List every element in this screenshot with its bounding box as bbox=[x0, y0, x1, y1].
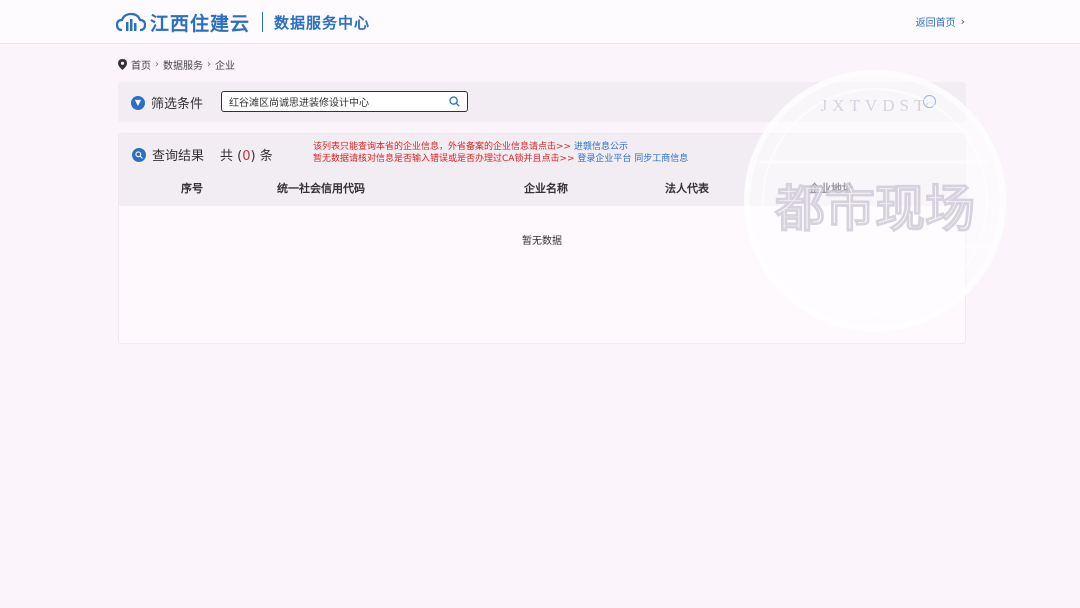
filter-title: ▼ 筛选条件 bbox=[131, 93, 203, 112]
column-header-credit-code: 统一社会信用代码 bbox=[277, 182, 365, 195]
result-header: 查询结果 共 (0) 条 该列表只能查询本省的企业信息，外省备案的企业信息请点击… bbox=[119, 134, 965, 174]
chevron-right-icon: › bbox=[207, 58, 211, 70]
notice-line-2: 暂无数据请核对信息是否输入错误或是否办理过CA锁并且点击>> 登录企业平台 同步… bbox=[313, 154, 689, 164]
column-header-legal-rep: 法人代表 bbox=[665, 182, 709, 195]
search-result-icon bbox=[132, 147, 146, 162]
top-header: 江西住建云 数据服务中心 返回首页 › bbox=[0, 0, 1080, 44]
breadcrumb-home[interactable]: 首页 bbox=[131, 57, 151, 72]
chevron-right-icon: › bbox=[960, 15, 965, 28]
filter-icon: ▼ bbox=[131, 95, 145, 110]
search-box[interactable] bbox=[221, 91, 468, 112]
notice-line-1: 该列表只能查询本省的企业信息，外省备案的企业信息请点击>> 进赣信息公示 bbox=[313, 142, 628, 152]
result-title-label: 查询结果 bbox=[152, 149, 205, 164]
breadcrumb: 首页 › 数据服务 › 企业 bbox=[118, 57, 235, 72]
empty-state: 暂无数据 bbox=[522, 236, 562, 247]
logo-subtitle: 数据服务中心 bbox=[274, 13, 371, 32]
back-home-link[interactable]: 返回首页 › bbox=[916, 14, 965, 29]
cloud-building-icon bbox=[116, 12, 146, 32]
logo-divider bbox=[262, 12, 264, 32]
column-header-address: 企业地址 bbox=[809, 182, 853, 195]
column-header-name: 企业名称 bbox=[524, 182, 568, 195]
collapse-up-icon[interactable]: ︿ bbox=[923, 95, 936, 108]
jingan-info-link[interactable]: 进赣信息公示 bbox=[574, 142, 628, 152]
result-title: 查询结果 共 (0) 条 bbox=[132, 145, 273, 164]
result-panel: 查询结果 共 (0) 条 该列表只能查询本省的企业信息，外省备案的企业信息请点击… bbox=[118, 133, 966, 344]
column-header-seq: 序号 bbox=[181, 182, 203, 195]
search-input[interactable] bbox=[229, 96, 439, 107]
table-header: 序号 统一社会信用代码 企业名称 法人代表 企业地址 bbox=[119, 174, 965, 206]
chevron-right-icon: › bbox=[155, 58, 159, 70]
result-count-number: 0 bbox=[242, 149, 251, 164]
filter-title-label: 筛选条件 bbox=[151, 97, 204, 112]
breadcrumb-data-service[interactable]: 数据服务 bbox=[163, 57, 203, 72]
filter-panel: ▼ 筛选条件 ︿ bbox=[118, 82, 966, 122]
back-home-label: 返回首页 bbox=[915, 18, 956, 29]
search-icon[interactable] bbox=[449, 96, 460, 107]
location-pin-icon bbox=[118, 58, 127, 70]
result-count: 共 (0) 条 bbox=[220, 149, 273, 164]
site-logo[interactable]: 江西住建云 数据服务中心 bbox=[116, 8, 370, 36]
logo-text: 江西住建云 bbox=[150, 12, 251, 35]
breadcrumb-enterprise: 企业 bbox=[215, 60, 235, 72]
sync-business-info-link[interactable]: 同步工商信息 bbox=[634, 154, 688, 164]
notice-text: 该列表只能查询本省的企业信息，外省备案的企业信息请点击>> 进赣信息公示 暂无数… bbox=[313, 141, 688, 165]
login-enterprise-link[interactable]: 登录企业平台 bbox=[577, 154, 631, 164]
